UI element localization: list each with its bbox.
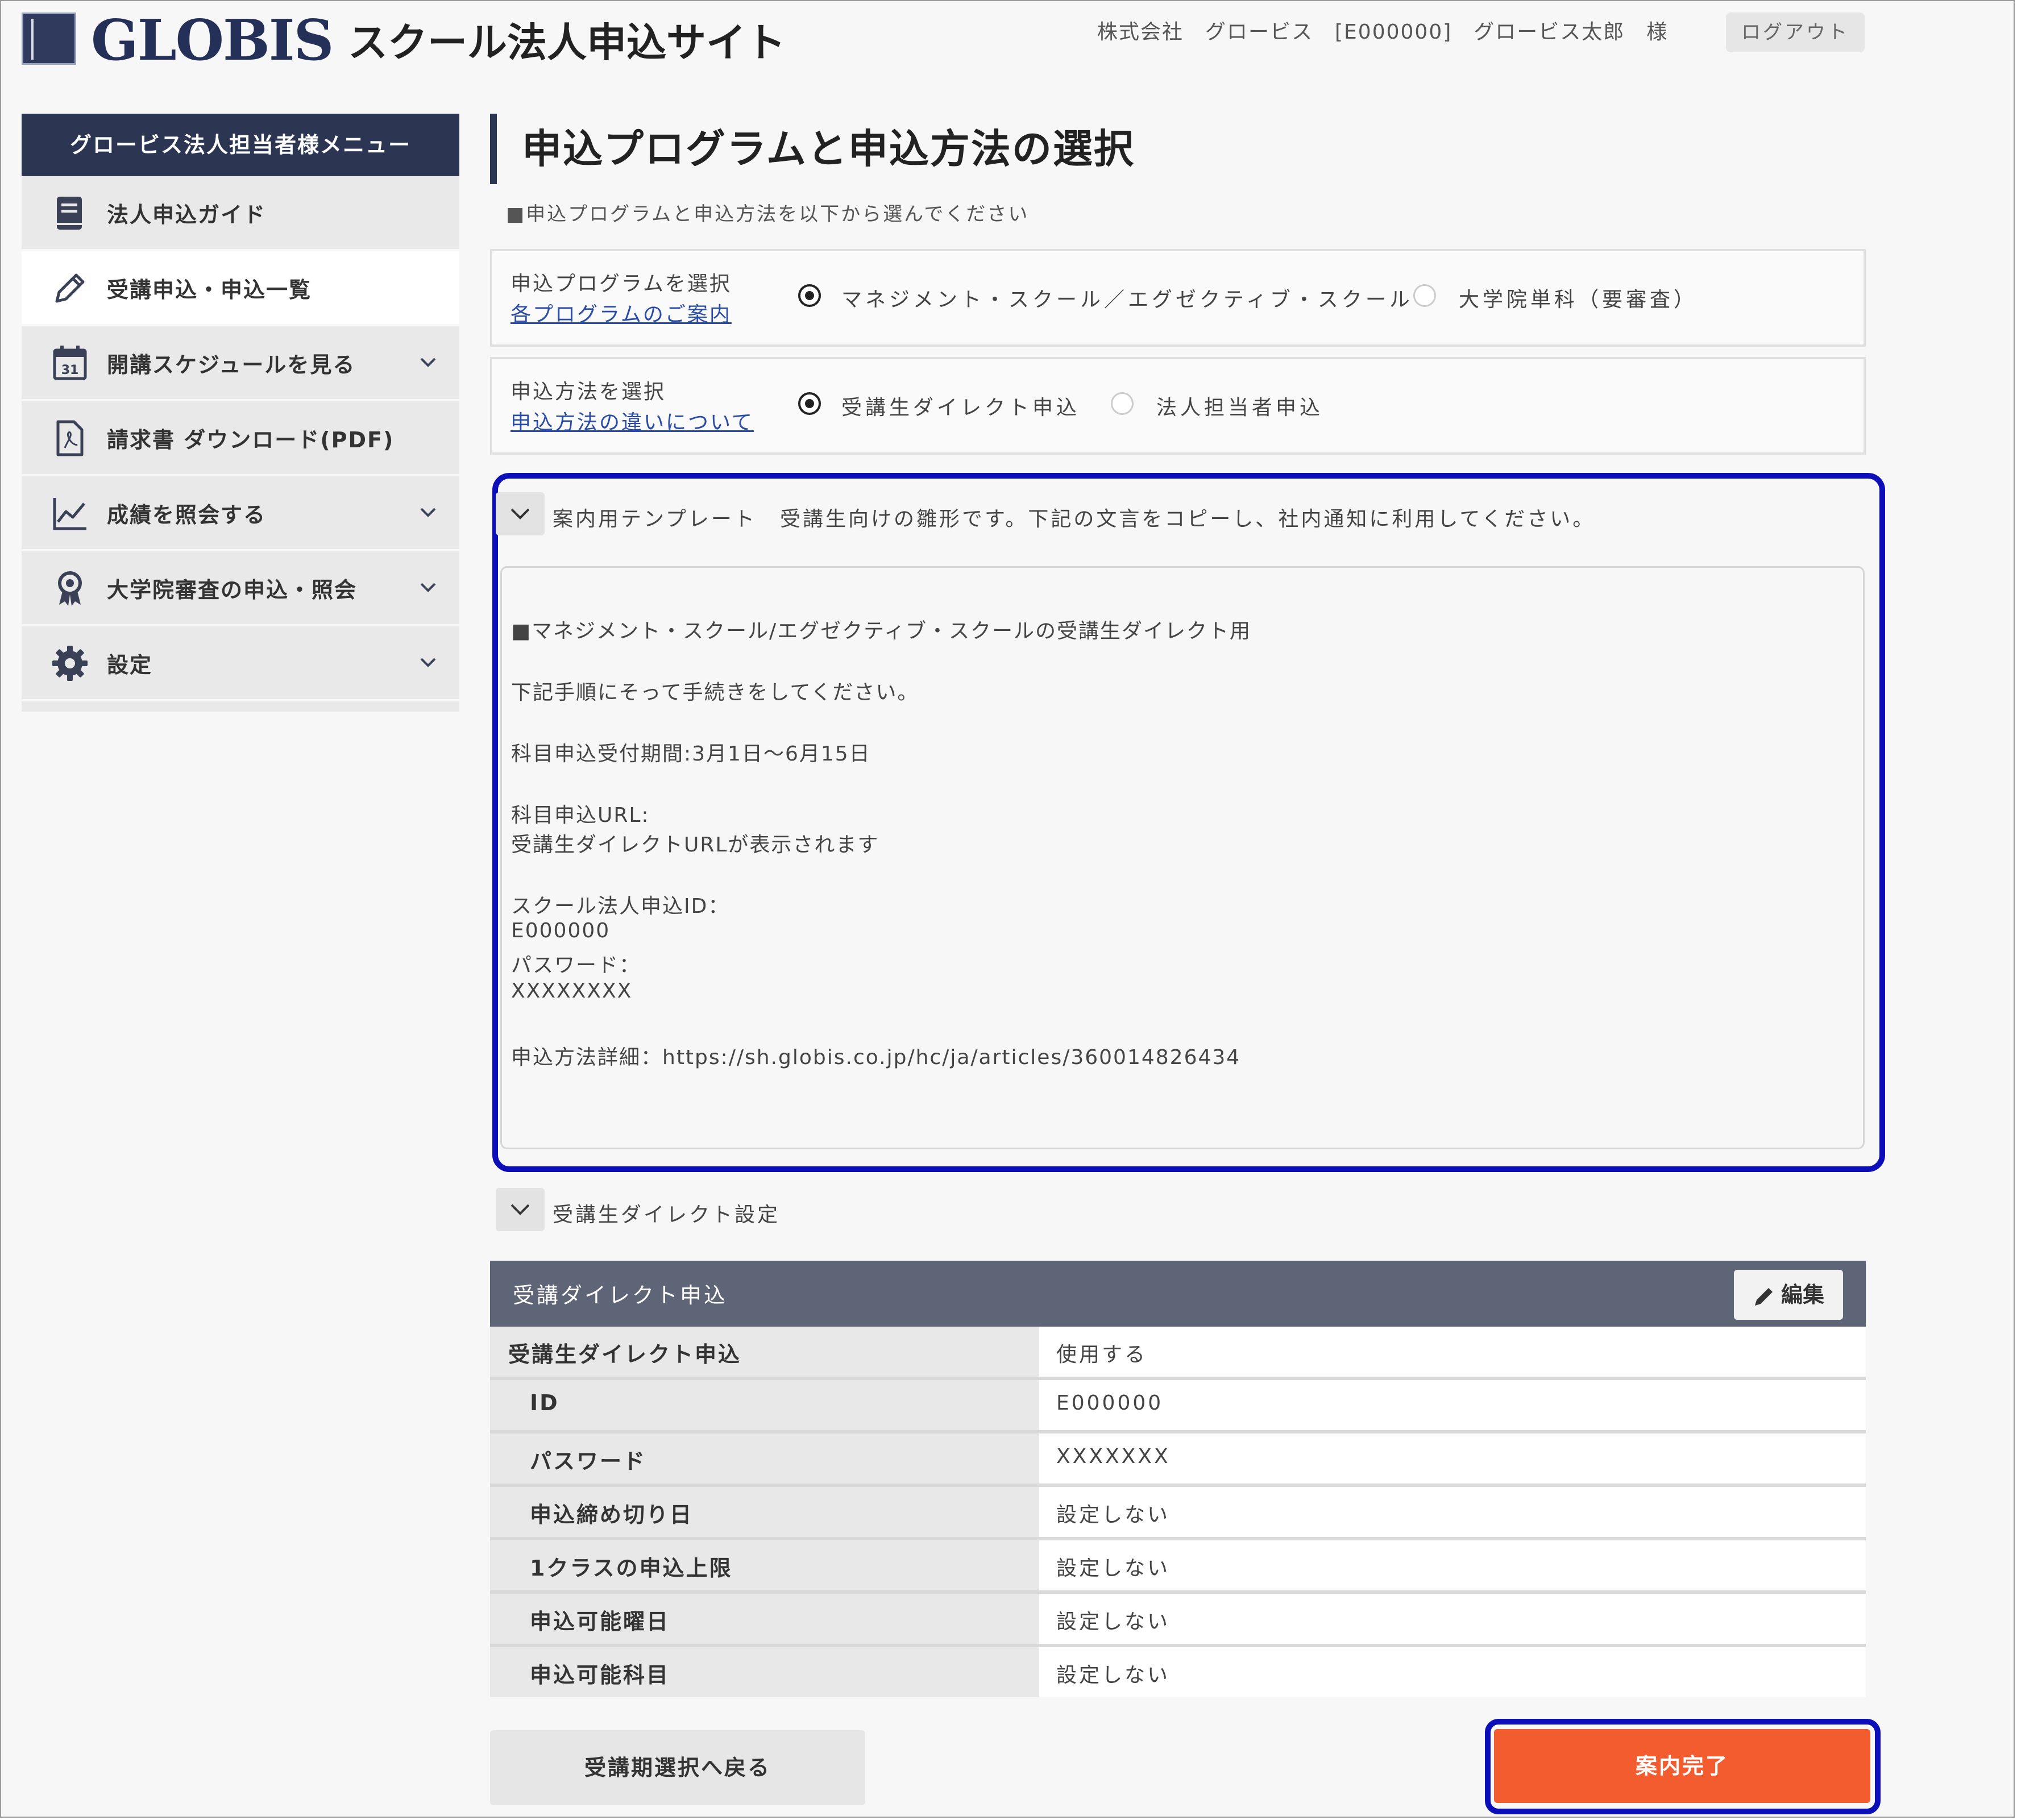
table-key: 申込締め切り日 — [530, 1502, 694, 1527]
site-title: スクール法人申込サイト — [348, 19, 786, 66]
sidebar-header: グロービス法人担当者様メニュー — [22, 114, 459, 176]
program-guide-link[interactable]: 各プログラムのご案内 — [511, 298, 732, 327]
sidebar-item-schedule[interactable]: 31 開講スケジュールを見る — [22, 326, 459, 401]
table-row: パスワード XXXXXXX — [490, 1433, 1866, 1487]
template-line: スクール法人申込ID： — [511, 895, 730, 918]
direct-settings-toggle-label: 受講生ダイレクト設定 — [553, 1203, 781, 1227]
program-select-box: 申込プログラムを選択 各プログラムのご案内 マネジメント・スクール／エグゼクティ… — [490, 249, 1866, 347]
template-line: 科目申込受付期間:3月1日～6月15日 — [511, 742, 871, 766]
sidebar-item-application-list[interactable]: 受講申込・申込一覧 — [22, 251, 459, 326]
table-row: 申込可能曜日 設定しない — [490, 1594, 1866, 1647]
gear-icon — [52, 646, 88, 681]
sidebar-item-corporate-guide[interactable]: 法人申込ガイド — [22, 176, 459, 251]
chevron-down-icon[interactable] — [418, 502, 438, 522]
sidebar-item-label: 大学院審査の申込・照会 — [107, 577, 358, 602]
table-key: パスワード — [530, 1449, 647, 1474]
method-difference-link[interactable]: 申込方法の違いについて — [511, 406, 754, 435]
chevron-down-icon — [511, 508, 530, 520]
page-title: 申込プログラムと申込方法の選択 — [522, 126, 1135, 172]
table-value: XXXXXXX — [1056, 1445, 1171, 1468]
edit-button-label: 編集 — [1781, 1282, 1824, 1307]
radio-corporate-application[interactable] — [1111, 392, 1134, 415]
radio-management-school[interactable] — [798, 284, 821, 307]
table-title: 受講ダイレクト申込 — [513, 1283, 728, 1308]
sidebar-item-label: 成績を照会する — [107, 502, 267, 527]
table-row: ID E000000 — [490, 1380, 1866, 1433]
table-row: 申込締め切り日 設定しない — [490, 1487, 1866, 1540]
user-info: 株式会社 グロービス [E000000] グロービス太郎 様 — [1097, 20, 1669, 44]
table-value: 設定しない — [1056, 1664, 1171, 1687]
chevron-down-icon[interactable] — [418, 352, 438, 372]
sidebar-menu: グロービス法人担当者様メニュー 法人申込ガイド 受講申込・申込一覧 31 開講ス… — [22, 114, 459, 712]
program-select-label: 申込プログラムを選択 — [511, 272, 732, 296]
globis-logo: GLOBIS — [91, 8, 334, 73]
direct-settings-toggle-button[interactable] — [496, 1188, 545, 1231]
template-toggle-label: 案内用テンプレート — [553, 508, 757, 531]
table-row: 受講生ダイレクト申込 使用する — [490, 1327, 1866, 1380]
pencil-icon — [55, 273, 85, 303]
sidebar-item-settings[interactable]: 設定 — [22, 626, 459, 701]
table-key: 申込可能曜日 — [530, 1609, 670, 1634]
calendar-icon: 31 — [53, 346, 87, 380]
radio-label-corporate-application[interactable]: 法人担当者申込 — [1156, 391, 1323, 421]
template-line: 申込方法詳細：https://sh.globis.co.jp/hc/ja/art… — [511, 1046, 1241, 1069]
page-title-accent — [490, 114, 497, 184]
award-icon — [58, 571, 82, 606]
chevron-down-icon — [511, 1204, 530, 1215]
template-line: 受講生ダイレクトURLが表示されます — [511, 833, 879, 857]
sidebar-item-grades[interactable]: 成績を照会する — [22, 476, 459, 551]
sidebar-item-label: 請求書 ダウンロード(PDF) — [107, 427, 395, 452]
table-value: 使用する — [1056, 1343, 1148, 1366]
back-to-term-selection-button[interactable]: 受講期選択へ戻る — [490, 1730, 865, 1805]
table-value: E000000 — [1056, 1391, 1164, 1415]
table-key: ID — [530, 1390, 559, 1415]
table-value: 設定しない — [1056, 1503, 1171, 1527]
template-line: パスワード： — [511, 954, 641, 977]
guidance-complete-button[interactable]: 案内完了 — [1494, 1729, 1870, 1803]
table-value: 設定しない — [1056, 1557, 1171, 1580]
chart-line-icon — [53, 498, 86, 530]
method-select-label: 申込方法を選択 — [511, 380, 666, 404]
radio-direct-application[interactable] — [798, 392, 821, 415]
chevron-down-icon[interactable] — [418, 577, 438, 597]
radio-label-direct-application[interactable]: 受講生ダイレクト申込 — [841, 391, 1080, 421]
pencil-icon — [1754, 1287, 1773, 1306]
chevron-down-icon[interactable] — [418, 653, 438, 672]
sidebar-item-label: 法人申込ガイド — [107, 202, 267, 227]
sidebar-item-label: 設定 — [107, 652, 153, 678]
direct-settings-table-header: 受講ダイレクト申込 編集 — [490, 1261, 1866, 1327]
instruction-text: ■申込プログラムと申込方法を以下から選んでください — [506, 203, 1030, 226]
template-line: E000000 — [511, 919, 611, 942]
template-line: ■マネジメント・スクール/エグゼクティブ・スクールの受講生ダイレクト用 — [511, 620, 1251, 643]
logout-button[interactable]: ログアウト — [1726, 13, 1865, 52]
template-line: XXXXXXXX — [511, 979, 633, 1003]
svg-text:31: 31 — [61, 363, 79, 377]
table-key: 1クラスの申込上限 — [530, 1556, 733, 1581]
template-textarea[interactable]: ■マネジメント・スクール/エグゼクティブ・スクールの受講生ダイレクト用 下記手順… — [500, 566, 1865, 1149]
book-icon — [57, 197, 82, 230]
method-select-box: 申込方法を選択 申込方法の違いについて 受講生ダイレクト申込 法人担当者申込 — [490, 357, 1866, 455]
sidebar-item-invoice-download[interactable]: 請求書 ダウンロード(PDF) — [22, 401, 459, 476]
table-value: 設定しない — [1056, 1610, 1171, 1634]
radio-label-management-school[interactable]: マネジメント・スクール／エグゼクティブ・スクール — [841, 283, 1413, 313]
pdf-icon — [56, 420, 84, 456]
template-line: 下記手順にそって手続きをしてください。 — [511, 681, 919, 704]
table-row: 申込可能科目 設定しない — [490, 1647, 1866, 1697]
radio-graduate-single[interactable] — [1413, 284, 1436, 307]
table-key: 受講生ダイレクト申込 — [508, 1342, 742, 1367]
sidebar-item-label: 開講スケジュールを見る — [107, 352, 356, 377]
globis-logo-mark — [22, 13, 76, 65]
table-key: 申込可能科目 — [530, 1663, 670, 1688]
radio-label-graduate-single[interactable]: 大学院単科（要審査） — [1459, 283, 1698, 313]
table-row: 1クラスの申込上限 設定しない — [490, 1540, 1866, 1594]
template-description: 受講生向けの雛形です。下記の文言をコピーし、社内通知に利用してください。 — [780, 508, 1596, 531]
template-toggle-button[interactable] — [496, 492, 545, 535]
template-line: 科目申込URL: — [511, 804, 650, 827]
sidebar-item-label: 受講申込・申込一覧 — [107, 277, 312, 302]
sidebar-item-graduate-review[interactable]: 大学院審査の申込・照会 — [22, 551, 459, 626]
edit-button[interactable]: 編集 — [1734, 1270, 1843, 1320]
